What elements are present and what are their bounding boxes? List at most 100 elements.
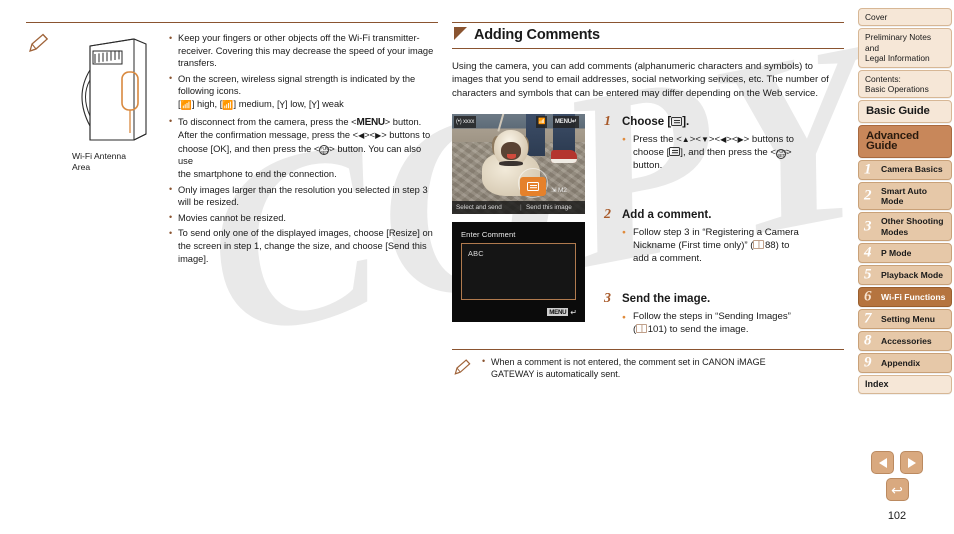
menu-chip-label: MENU (547, 308, 569, 317)
sidebar-item-label-2: Basic Operations (865, 84, 929, 95)
enter-comment-title: Enter Comment (461, 229, 516, 239)
select-and-send-label: Select and send (456, 203, 502, 211)
label-separator: | (520, 203, 522, 211)
top-rule (26, 22, 438, 23)
page-number: 102 (887, 510, 907, 522)
camera-screenshot-select-send: (•) xxxx 📶 MENU↵ ⇲ M2 Select and send | … (452, 113, 585, 214)
sidebar-item-appendix[interactable]: 9 Appendix (858, 353, 952, 374)
sidebar-item-camera-basics[interactable]: 1 Camera Basics (858, 159, 952, 180)
comment-input-box[interactable]: ABC (461, 242, 576, 300)
chapter-number: 5 (864, 266, 872, 283)
right-column: Adding Comments Using the camera, you ca… (452, 22, 844, 383)
step-1-title: Choose []. (622, 115, 690, 128)
sidebar-item-wifi-functions[interactable]: 6 Wi-Fi Functions (858, 287, 952, 308)
step-2-title: Add a comment. (622, 208, 712, 221)
sidebar-item-contents[interactable]: Contents: Basic Operations (858, 69, 952, 99)
note-item-1: Keep your fingers or other objects off t… (168, 32, 438, 70)
note-item-3: To disconnect from the camera, press the… (168, 115, 438, 181)
up-arrow-icon: ▲ (681, 134, 690, 144)
previous-page-button[interactable] (871, 451, 894, 474)
sidebar-item-cover[interactable]: Cover (858, 8, 952, 27)
sidebar-item-label-2: Legal Information (865, 53, 930, 64)
comment-icon (671, 116, 683, 126)
pencil-note-icon (452, 356, 474, 383)
back-button[interactable]: ↩ (885, 478, 909, 501)
sidebar-item-label: P Mode (881, 248, 912, 259)
comment-icon (669, 147, 681, 157)
steps-list: 1 Choose []. Press the <▲><▼><◀><▶> butt… (604, 114, 844, 337)
photo-shoe (551, 149, 577, 163)
page-reference-icon (636, 324, 648, 334)
sidebar-item-label: Appendix (881, 358, 921, 369)
step-2-number: 2 (604, 206, 611, 222)
caption-line-2: Area (72, 162, 91, 172)
next-page-button[interactable] (900, 451, 923, 474)
note-block: Wi-Fi Antenna Area Keep your fingers or … (26, 30, 438, 268)
camera-figure: Wi-Fi Antenna Area (58, 30, 162, 268)
sidebar-item-other-shooting-modes[interactable]: 3 Other Shooting Modes (858, 212, 952, 242)
signal-icons-line: [📶] high, [📶] medium, [𝖸] low, [𝖸] weak (178, 98, 344, 111)
chapter-number: 4 (864, 244, 872, 261)
menu-return-hint: MENU ↵ (547, 308, 577, 317)
resize-indicator: ⇲ M2 (551, 186, 567, 194)
page-reference-icon (753, 239, 765, 249)
signal-high-icon: 📶 (180, 100, 192, 111)
wifi-status-chip: (•) xxxx (454, 115, 477, 128)
step-1-number: 1 (604, 113, 611, 129)
sidebar-item-setting-menu[interactable]: 7 Setting Menu (858, 309, 952, 330)
sidebar-item-advanced-guide[interactable]: Advanced Guide (858, 124, 952, 158)
bottom-note-item: When a comment is not entered, the comme… (481, 355, 766, 381)
sidebar-item-label: Other Shooting Modes (881, 216, 944, 237)
return-arrow-icon: ↵ (570, 307, 577, 317)
note-item-5: Movies cannot be resized. (168, 211, 438, 225)
step-2-bullet: Follow step 3 in “Registering a Camera N… (622, 226, 844, 266)
sidebar-item-label: Setting Menu (881, 314, 935, 325)
sidebar-item-playback-mode[interactable]: 5 Playback Mode (858, 265, 952, 286)
chapter-number: 2 (864, 187, 872, 204)
sidebar-item-index[interactable]: Index (858, 375, 952, 394)
section-heading: Adding Comments (452, 22, 844, 49)
step-3: 3 Send the image. Follow the steps in “S… (604, 291, 844, 336)
step-2: 2 Add a comment. Follow step 3 in “Regis… (604, 207, 844, 266)
chapter-number: 1 (864, 161, 872, 178)
screenshot-column: (•) xxxx 📶 MENU↵ ⇲ M2 Select and send | … (452, 113, 586, 330)
steps-area: (•) xxxx 📶 MENU↵ ⇲ M2 Select and send | … (452, 113, 844, 337)
sidebar-item-basic-guide[interactable]: Basic Guide (858, 100, 952, 123)
camera-figure-caption: Wi-Fi Antenna Area (72, 151, 126, 173)
note-item-2: On the screen, wireless signal strength … (168, 72, 438, 113)
sidebar-item-label: Contents: (865, 73, 901, 84)
menu-button-glyph: MENU (356, 116, 386, 128)
dog-tongue (507, 153, 516, 159)
osd-bottom-bar: Select and send | Send this image (452, 200, 585, 214)
step-3-bullet: Follow the steps in “Sending Images” (10… (622, 310, 844, 336)
comment-icon-button (520, 176, 546, 196)
sidebar-item-label: Basic Guide (866, 105, 930, 118)
sidebar-navigation: Cover Preliminary Notes and Legal Inform… (858, 8, 952, 396)
note-item-6: To send only one of the displayed images… (168, 227, 438, 265)
left-column: Wi-Fi Antenna Area Keep your fingers or … (26, 22, 438, 268)
caption-line-1: Wi-Fi Antenna (72, 151, 126, 161)
osd-top-bar: (•) xxxx 📶 MENU↵ (452, 114, 585, 128)
sidebar-item-smart-auto-mode[interactable]: 2 Smart Auto Mode (858, 181, 952, 211)
signal-weak-icon: 𝖸 (311, 100, 317, 111)
sidebar-item-preliminary-notes[interactable]: Preliminary Notes and Legal Information (858, 28, 952, 68)
menu-return-chip: MENU↵ (553, 115, 579, 128)
chevron-right-icon (907, 457, 916, 468)
camera-screenshot-enter-comment: Enter Comment ABC MENU ↵ (452, 221, 585, 322)
step-1-bullet: Press the <▲><▼><◀><▶> buttons to choose… (622, 133, 844, 173)
signal-low-icon: 𝖸 (279, 100, 286, 111)
sidebar-item-accessories[interactable]: 8 Accessories (858, 331, 952, 352)
func-set-icon: FUNC SET (319, 145, 331, 156)
sidebar-item-p-mode[interactable]: 4 P Mode (858, 243, 952, 264)
section-flag-icon (454, 27, 467, 40)
intro-paragraph: Using the camera, you can add comments (… (452, 61, 829, 99)
signal-medium-icon: 📶 (222, 100, 234, 111)
note-list: Keep your fingers or other objects off t… (168, 30, 438, 268)
sidebar-item-label: Smart Auto Mode (881, 185, 927, 207)
note-item-4: Only images larger than the resolution y… (168, 183, 438, 209)
sidebar-item-label: Playback Mode (881, 270, 944, 281)
page-navigation: ↩ 102 (856, 451, 938, 522)
signal-strength-icon: 📶 (536, 115, 548, 128)
chapter-number: 9 (864, 354, 872, 371)
sidebar-item-label: Accessories (881, 336, 932, 347)
